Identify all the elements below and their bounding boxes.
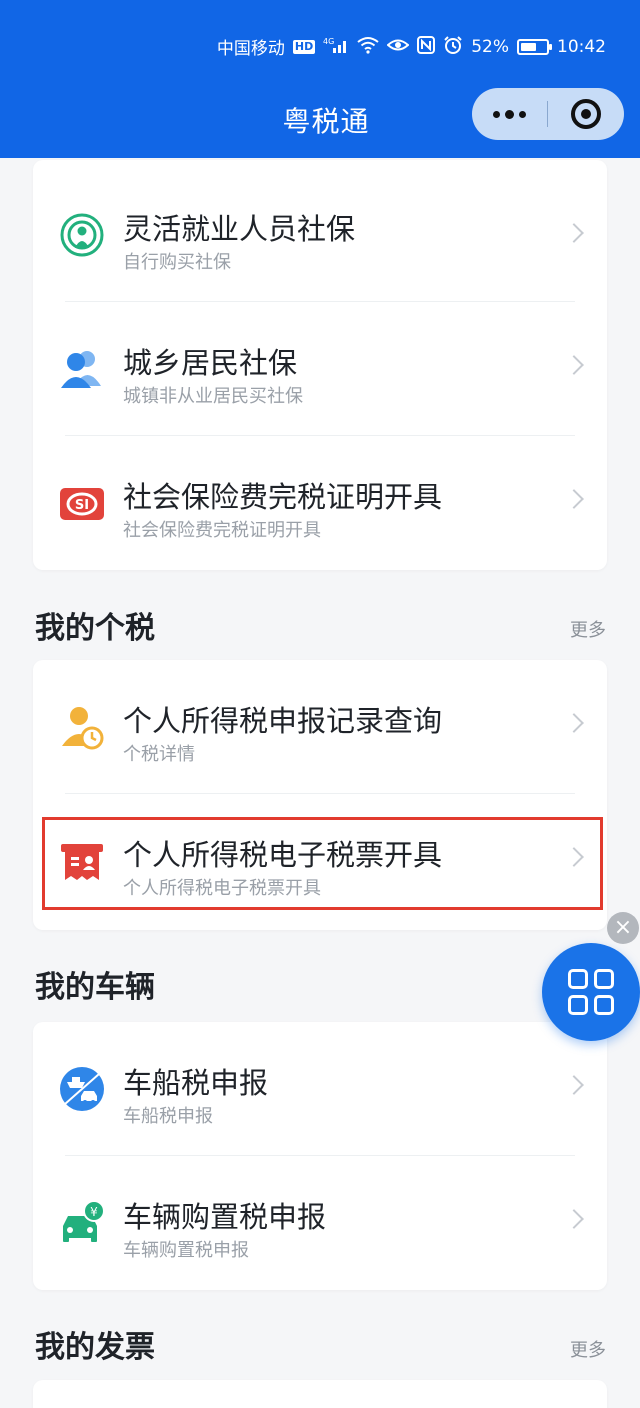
grid-icon xyxy=(568,969,588,989)
list-item[interactable]: ¥ 车辆购置税申报 车辆购置税申报 xyxy=(33,1156,607,1290)
grid-menu-button[interactable] xyxy=(542,943,640,1041)
list-item[interactable]: 车船税申报 车船税申报 xyxy=(33,1022,607,1156)
list-item-sub: 城镇非从业居民买社保 xyxy=(123,386,303,407)
chevron-right-icon xyxy=(564,355,584,375)
users-icon xyxy=(59,346,105,392)
chevron-right-icon xyxy=(564,1209,584,1229)
nfc-icon xyxy=(417,35,436,58)
highlight-box xyxy=(42,817,603,910)
si-badge-icon: SI xyxy=(59,480,105,526)
battery-percent: 52% xyxy=(471,36,509,57)
app-header: 中国移动 HD 4G 52% 10:42 粤税通 xyxy=(0,0,640,158)
svg-text:SI: SI xyxy=(75,498,89,513)
list-item-sub: 社会保险费完税证明开具 xyxy=(123,520,321,541)
invoices-more-link[interactable]: 更多 xyxy=(570,1336,606,1362)
wifi-icon xyxy=(357,36,379,58)
target-icon xyxy=(570,99,601,129)
list-item-sub: 自行购买社保 xyxy=(123,252,231,273)
hd-badge: HD xyxy=(292,39,316,54)
svg-text:4G: 4G xyxy=(323,37,334,46)
car-yuan-icon: ¥ xyxy=(59,1200,105,1246)
eye-icon xyxy=(386,36,410,58)
list-item-sub: 个税详情 xyxy=(123,744,195,765)
vehicles-card: 车船税申报 车船税申报 ¥ 车辆购置税申报 车辆购置税申报 xyxy=(33,1022,607,1290)
close-miniapp-button[interactable] xyxy=(548,88,623,140)
section-title-personal-tax: 我的个税 xyxy=(35,611,155,646)
list-item-sub: 车船税申报 xyxy=(123,1106,213,1127)
clock-time: 10:42 xyxy=(557,36,606,57)
list-item-sub: 车辆购置税申报 xyxy=(123,1240,249,1261)
list-item-label: 个人所得税申报记录查询 xyxy=(123,704,443,738)
list-item-label: 社会保险费完税证明开具 xyxy=(123,480,443,514)
status-bar: 中国移动 HD 4G 52% 10:42 xyxy=(217,34,606,59)
ship-car-icon xyxy=(59,1066,105,1112)
invoices-card xyxy=(33,1380,607,1408)
list-item[interactable]: 城乡居民社保 城镇非从业居民买社保 xyxy=(33,302,607,436)
broadcast-person-icon xyxy=(59,212,105,258)
list-item-label: 车辆购置税申报 xyxy=(123,1200,327,1234)
svg-text:¥: ¥ xyxy=(90,1205,98,1219)
personal-tax-more-link[interactable]: 更多 xyxy=(570,616,606,642)
list-item-label: 城乡居民社保 xyxy=(123,346,298,380)
section-title-invoices: 我的发票 xyxy=(35,1330,155,1365)
social-security-card: 灵活就业人员社保 自行购买社保 城乡居民社保 城镇非从业居民买社保 SI 社会保… xyxy=(33,160,607,570)
chevron-right-icon xyxy=(564,1075,584,1095)
section-title-vehicles: 我的车辆 xyxy=(35,970,155,1005)
carrier-label: 中国移动 xyxy=(216,39,285,59)
battery-icon xyxy=(517,38,552,55)
list-item[interactable]: 个人所得税申报记录查询 个税详情 xyxy=(33,660,607,794)
fab-close-button[interactable]: × xyxy=(607,912,639,944)
chevron-right-icon xyxy=(564,489,584,509)
chevron-right-icon xyxy=(564,223,584,243)
list-item[interactable]: SI 社会保险费完税证明开具 社会保险费完税证明开具 xyxy=(33,436,607,570)
alarm-icon xyxy=(443,35,463,58)
list-item[interactable]: 灵活就业人员社保 自行购买社保 xyxy=(33,160,607,302)
more-menu-button[interactable] xyxy=(472,88,547,140)
user-clock-icon xyxy=(59,704,105,750)
signal-icon: 4G xyxy=(323,36,349,58)
list-item-label: 灵活就业人员社保 xyxy=(123,212,356,246)
list-item-label: 车船税申报 xyxy=(123,1066,269,1100)
chevron-right-icon xyxy=(564,713,584,733)
miniapp-capsule xyxy=(472,88,624,140)
